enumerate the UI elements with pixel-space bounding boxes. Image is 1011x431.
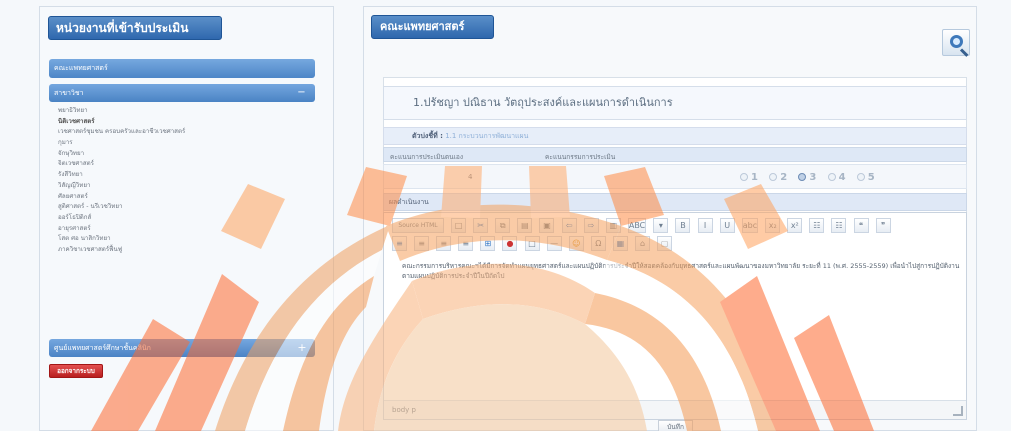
- rating-option-5[interactable]: 5: [856, 172, 883, 183]
- strike-button[interactable]: abc: [741, 218, 759, 233]
- image-icon[interactable]: ⊞: [480, 236, 496, 251]
- superscript-button[interactable]: x²: [787, 218, 803, 233]
- department-item[interactable]: ออร์โธปิดิกส์: [58, 213, 303, 224]
- source-html-button[interactable]: Source HTML: [392, 218, 444, 233]
- smiley-icon[interactable]: ☺: [568, 236, 584, 251]
- committee-rating-group[interactable]: 1 2 3 4 5: [740, 172, 883, 183]
- sidebar-item-department-group[interactable]: สาขาวิชา −: [49, 84, 315, 102]
- rating-option-3[interactable]: 3: [798, 172, 824, 183]
- maximize-icon[interactable]: ▢: [657, 236, 673, 251]
- rating-option-4[interactable]: 4: [827, 172, 854, 183]
- editor-status-bar: body p: [384, 400, 966, 419]
- sidebar-item-clinical-center[interactable]: ศูนย์แพทยศาสตร์ศึกษาชั้นคลินิก +: [49, 339, 315, 357]
- paste-text-icon[interactable]: ▣: [539, 218, 555, 233]
- department-item[interactable]: สูติศาสตร์ - นรีเวชวิทยา: [58, 202, 303, 213]
- rating-label: 1: [751, 172, 758, 183]
- special-character-icon[interactable]: Ω: [590, 236, 606, 251]
- radio-icon[interactable]: [740, 173, 748, 181]
- horizontal-rule-icon[interactable]: —: [546, 236, 562, 251]
- self-assessment-heading: คะแนนการประเมินตนเอง: [390, 153, 464, 161]
- committee-assessment-heading: คะแนนกรรมการประเมิน: [545, 153, 616, 161]
- align-right-icon[interactable]: ≡: [436, 236, 452, 251]
- department-item[interactable]: ศัลยศาสตร์: [58, 192, 303, 203]
- department-item[interactable]: เวชศาสตร์ชุมชน ครอบครัวและอาชีวเวชศาสตร์: [58, 127, 303, 138]
- selected-radio-icon[interactable]: [798, 173, 807, 181]
- sidebar-item-label: สาขาวิชา: [54, 89, 84, 97]
- radio-icon[interactable]: [856, 173, 865, 181]
- redo-icon[interactable]: ⇨: [583, 218, 599, 233]
- undo-icon[interactable]: ⇦: [561, 218, 577, 233]
- editor-content[interactable]: คณะกรรมการบริหารคณะฯได้มีการจัดทำแผนยุทธ…: [402, 261, 962, 281]
- rating-option-2[interactable]: 2: [769, 172, 795, 183]
- quote-close-icon[interactable]: ❞: [875, 218, 891, 233]
- indicator-row: ตัวบ่งชี้ที่ : 1.1 กระบวนการพัฒนาแผน: [383, 127, 967, 145]
- department-list: พยาธิวิทยา นิติเวชศาสตร์ เวชศาสตร์ชุมชน …: [58, 106, 303, 256]
- score-row: 4 1 2 3 4 5: [383, 164, 967, 189]
- paste-icon[interactable]: ▤: [517, 218, 533, 233]
- table-icon[interactable]: □: [524, 236, 540, 251]
- department-item[interactable]: โสต ศอ นาสิกวิทยา: [58, 234, 303, 245]
- toolbar-button[interactable]: □: [451, 218, 467, 233]
- rating-label: 4: [838, 172, 846, 183]
- department-item[interactable]: วิสัญญีวิทยา: [58, 181, 303, 192]
- rating-label: 3: [809, 172, 817, 183]
- department-item[interactable]: พยาธิวิทยา: [58, 106, 303, 117]
- rating-option-1[interactable]: 1: [740, 172, 766, 183]
- cut-icon[interactable]: ✂: [473, 218, 489, 233]
- flash-icon[interactable]: ●: [502, 236, 518, 251]
- find-icon[interactable]: ▥: [605, 218, 621, 233]
- department-item[interactable]: จักษุวิทยา: [58, 149, 303, 160]
- self-score-value: 4: [468, 173, 473, 181]
- department-item[interactable]: ภาควิชาเวชศาสตร์ฟื้นฟู: [58, 245, 303, 256]
- sidebar-item-faculty[interactable]: คณะแพทยศาสตร์: [49, 59, 315, 78]
- align-center-icon[interactable]: ≡: [414, 236, 430, 251]
- page-title: คณะแพทยศาสตร์: [371, 15, 494, 39]
- department-item[interactable]: อายุรศาสตร์: [58, 224, 303, 235]
- underline-button[interactable]: U: [719, 218, 735, 233]
- sidebar-item-label: ศูนย์แพทยศาสตร์ศึกษาชั้นคลินิก: [54, 344, 151, 352]
- iframe-icon[interactable]: ⌂: [635, 236, 651, 251]
- align-left-icon[interactable]: ≡: [392, 236, 407, 251]
- sidebar-panel: หน่วยงานที่เข้ารับประเมิน คณะแพทยศาสตร์ …: [39, 6, 334, 431]
- result-heading: ผลดำเนินงาน: [383, 193, 967, 211]
- save-button[interactable]: บันทึก: [658, 420, 693, 431]
- italic-button[interactable]: I: [697, 218, 713, 233]
- editor-toolbar-row-1: Source HTML □ ✂ ⧉ ▤ ▣ ⇦ ⇨ ▥ ABC ▾ B I U …: [392, 218, 893, 235]
- quote-open-icon[interactable]: ❝: [853, 218, 869, 233]
- department-item[interactable]: รังสีวิทยา: [58, 170, 303, 181]
- radio-icon[interactable]: [769, 173, 778, 181]
- score-header: คะแนนการประเมินตนเอง คะแนนกรรมการประเมิน: [383, 147, 967, 162]
- dropdown-icon[interactable]: ▾: [653, 218, 669, 233]
- assessment-page: หน่วยงานที่เข้ารับประเมิน คณะแพทยศาสตร์ …: [0, 0, 1011, 431]
- search-icon: [950, 35, 963, 48]
- spellcheck-icon[interactable]: ABC: [627, 218, 647, 233]
- search-handle-icon: [959, 48, 969, 57]
- list-icon[interactable]: ☷: [809, 218, 825, 233]
- department-item[interactable]: จิตเวชศาสตร์: [58, 159, 303, 170]
- department-item[interactable]: นิติเวชศาสตร์: [58, 117, 303, 128]
- radio-icon[interactable]: [827, 173, 836, 181]
- resize-handle-icon[interactable]: [953, 406, 963, 416]
- justify-icon[interactable]: ≡: [458, 236, 474, 251]
- rating-label: 5: [867, 172, 875, 183]
- indicator-label: ตัวบ่งชี้ที่ :: [412, 132, 443, 140]
- sidebar-title: หน่วยงานที่เข้ารับประเมิน: [48, 16, 222, 40]
- bold-button[interactable]: B: [675, 218, 691, 233]
- rating-label: 2: [780, 172, 788, 183]
- list-icon[interactable]: ☷: [831, 218, 847, 233]
- copy-icon[interactable]: ⧉: [495, 218, 511, 233]
- search-button[interactable]: [942, 29, 970, 57]
- collapse-icon[interactable]: −: [297, 88, 306, 98]
- main-panel: คณะแพทยศาสตร์ 1.ปรัชญา ปณิธาน วัตถุประสง…: [363, 6, 977, 431]
- department-item[interactable]: กุมาร: [58, 138, 303, 149]
- question-title: 1.ปรัชญา ปณิธาน วัตถุประสงค์และแผนการดำเ…: [383, 86, 967, 120]
- page-break-icon[interactable]: ▦: [612, 236, 628, 251]
- rich-text-editor[interactable]: Source HTML □ ✂ ⧉ ▤ ▣ ⇦ ⇨ ▥ ABC ▾ B I U …: [383, 212, 967, 420]
- logout-button[interactable]: ออกจากระบบ: [49, 364, 103, 378]
- editor-toolbar-row-2: ≡ ≡ ≡ ≡ ⊞ ● □ — ☺ Ω ▦ ⌂ ▢: [392, 236, 674, 253]
- subscript-button[interactable]: x₂: [765, 218, 781, 233]
- expand-icon[interactable]: +: [297, 342, 307, 353]
- indicator-value: 1.1 กระบวนการพัฒนาแผน: [445, 132, 529, 140]
